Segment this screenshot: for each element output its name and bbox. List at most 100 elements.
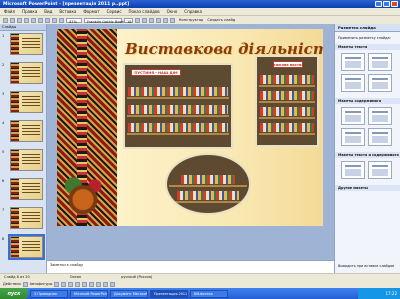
layout-thumb[interactable] <box>341 107 365 125</box>
slide-number: 3 <box>2 92 5 96</box>
menu-item-help[interactable]: Справка <box>184 9 202 14</box>
slide-thumbnail[interactable] <box>10 207 43 229</box>
menu-item-window[interactable]: Окно <box>167 9 178 14</box>
fill-color-icon[interactable] <box>96 281 102 287</box>
menu-item-slideshow[interactable]: Показ слайдов <box>129 9 160 14</box>
underline-icon[interactable] <box>149 17 154 23</box>
save-icon[interactable] <box>17 17 22 23</box>
pointer-icon[interactable] <box>22 281 28 287</box>
clock: 17:22 <box>385 291 397 296</box>
tab-slides[interactable]: Слайды <box>2 25 16 29</box>
layout-thumb[interactable] <box>341 128 365 146</box>
menu-item-format[interactable]: Формат <box>83 9 99 14</box>
layout-thumb[interactable] <box>341 161 365 179</box>
slide-thumbnail[interactable] <box>10 33 43 55</box>
taskbar-item[interactable]: Документ Microsoft <box>110 289 148 298</box>
new-icon[interactable] <box>3 17 8 23</box>
bullets-icon[interactable] <box>170 17 175 23</box>
slide-thumbnail[interactable] <box>10 91 43 113</box>
close-button[interactable] <box>391 1 398 7</box>
font-size-value: 18 <box>127 19 132 24</box>
exhibition-photo-left[interactable]: ПУСТИНЯ - НАШ ДІМ <box>123 63 233 149</box>
layout-thumb[interactable] <box>368 107 392 125</box>
slide-thumbnail[interactable] <box>10 120 43 142</box>
layout-thumb[interactable] <box>368 53 392 71</box>
actions-menu[interactable]: Действия <box>3 282 21 286</box>
align-center-icon[interactable] <box>163 17 168 23</box>
copy-icon[interactable] <box>38 17 43 23</box>
exhibition-photo-right[interactable]: Книжкова виставка <box>255 55 319 147</box>
start-button[interactable]: пуск <box>0 288 28 299</box>
title-bar: Microsoft PowerPoint - [презентація 2011… <box>0 0 400 8</box>
undo-icon[interactable] <box>52 17 57 23</box>
new-slide-button[interactable]: Создать слайд <box>207 18 235 22</box>
taskbar-item-active[interactable]: Презентация 2011 <box>150 289 188 298</box>
taskbar-item[interactable]: Бібліотека <box>190 289 228 298</box>
cut-icon[interactable] <box>31 17 36 23</box>
show-on-insert-checkbox[interactable]: Выводить при вставке слайдов <box>335 262 397 270</box>
slide-number: 6 <box>2 179 5 183</box>
slide-number: 4 <box>2 121 5 125</box>
layout-thumb[interactable] <box>341 74 365 92</box>
slide-number: 1 <box>2 34 5 38</box>
menu-item-insert[interactable]: Вставка <box>59 9 76 14</box>
menu-bar: Файл Правка Вид Вставка Формат Сервис По… <box>0 8 400 16</box>
slide-thumbnail-selected[interactable] <box>8 234 45 260</box>
layout-thumb[interactable] <box>368 128 392 146</box>
status-design: Океан <box>69 275 82 279</box>
maximize-button[interactable] <box>383 1 390 7</box>
font-size-select[interactable]: 18 <box>124 17 133 24</box>
rectangle-icon[interactable] <box>68 281 74 287</box>
notes-placeholder: Заметки к слайду <box>50 263 84 267</box>
arrow-icon[interactable] <box>61 281 67 287</box>
menu-item-edit[interactable]: Правка <box>22 9 37 14</box>
menu-item-view[interactable]: Вид <box>44 9 52 14</box>
taskbar-item[interactable]: 3 Проводник <box>30 289 68 298</box>
drawing-toolbar: Действия Автофигуры <box>0 280 400 288</box>
slide-number: 8 <box>2 237 5 241</box>
paste-icon[interactable] <box>45 17 50 23</box>
bold-icon[interactable] <box>135 17 140 23</box>
layout-thumb[interactable] <box>368 161 392 179</box>
open-icon[interactable] <box>10 17 15 23</box>
zoom-value: 47% <box>69 19 77 24</box>
design-button[interactable]: Конструктор <box>179 18 203 22</box>
textbox-icon[interactable] <box>82 281 88 287</box>
line-icon[interactable] <box>54 281 60 287</box>
status-slide-count: Слайд 8 из 20 <box>4 275 30 279</box>
standard-toolbar: 47% Franklin Gothic Book 18 Конструктор … <box>0 16 400 24</box>
line-color-icon[interactable] <box>103 281 109 287</box>
decorative-still-life <box>59 172 107 218</box>
status-bar: Слайд 8 из 20 Океан русский (Россия) <box>0 273 400 280</box>
slide-number: 7 <box>2 208 5 212</box>
autoshapes-menu[interactable]: Автофигуры <box>30 282 53 286</box>
menu-item-file[interactable]: Файл <box>4 9 15 14</box>
layout-thumb[interactable] <box>368 74 392 92</box>
font-select[interactable]: Franklin Gothic Book <box>84 17 124 24</box>
system-tray: 17:22 <box>358 288 400 299</box>
redo-icon[interactable] <box>59 17 64 23</box>
taskbar-item[interactable]: Microsoft PowerPoint <box>70 289 108 298</box>
slide-thumbnail[interactable] <box>10 149 43 171</box>
apply-layout-label: Применить разметку слайда: <box>338 36 391 40</box>
zoom-select[interactable]: 47% <box>66 17 82 24</box>
menu-item-tools[interactable]: Сервис <box>107 9 122 14</box>
print-icon[interactable] <box>24 17 29 23</box>
italic-icon[interactable] <box>142 17 147 23</box>
wordart-icon[interactable] <box>89 281 95 287</box>
window-title: Microsoft PowerPoint - [презентація 2011… <box>3 1 130 7</box>
windows-taskbar: пуск 3 Проводник Microsoft PowerPoint До… <box>0 288 400 299</box>
notes-pane[interactable]: Заметки к слайду <box>47 260 334 273</box>
exhibition-banner-2: Книжкова виставка <box>273 61 303 68</box>
slide-canvas[interactable]: Виставкова діяльність ПУСТИНЯ - НАШ ДІМ … <box>57 29 323 226</box>
oval-icon[interactable] <box>75 281 81 287</box>
status-language: русский (Россия) <box>121 275 153 279</box>
align-left-icon[interactable] <box>156 17 161 23</box>
font-value: Franklin Gothic Book <box>87 19 124 24</box>
slide-thumbnail[interactable] <box>10 62 43 84</box>
layout-thumb[interactable] <box>341 53 365 71</box>
minimize-button[interactable] <box>375 1 382 7</box>
font-color-icon[interactable] <box>110 281 116 287</box>
exhibition-photo-oval[interactable] <box>165 153 251 215</box>
slide-thumbnail[interactable] <box>10 178 43 200</box>
